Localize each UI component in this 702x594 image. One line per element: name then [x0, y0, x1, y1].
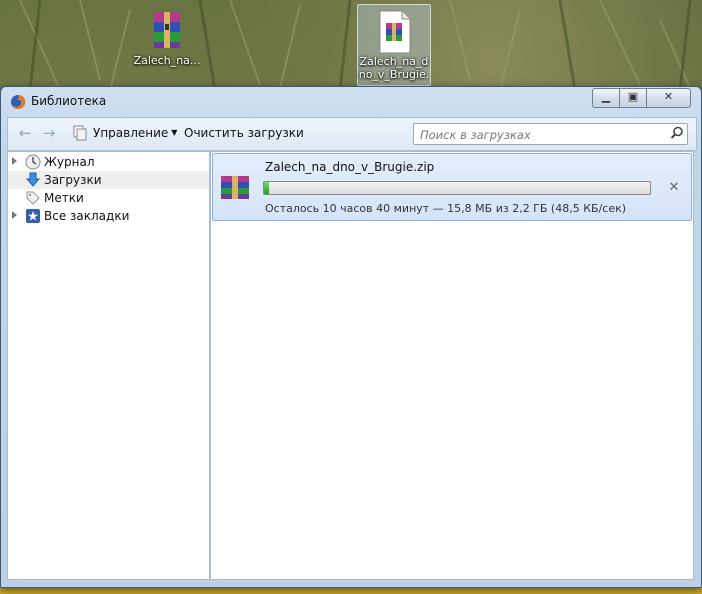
- close-icon: ✕: [663, 90, 674, 103]
- sidebar-item-label: Загрузки: [44, 173, 102, 187]
- maximize-icon: ▣: [627, 90, 639, 103]
- cancel-download-button[interactable]: ✕: [666, 180, 682, 196]
- sidebar: Журнал Загрузки Метки Все закладки: [7, 151, 210, 580]
- back-button[interactable]: ←: [16, 124, 34, 142]
- close-icon: ✕: [668, 180, 680, 195]
- download-item[interactable]: Zalech_na_dno_v_Brugie.zip Осталось 10 ч…: [212, 153, 692, 221]
- expand-triangle-icon[interactable]: [12, 211, 17, 219]
- star-bookmark-icon: [26, 209, 40, 223]
- forward-arrow-icon: →: [42, 124, 56, 142]
- download-filename: Zalech_na_dno_v_Brugie.zip: [265, 160, 435, 174]
- minimize-button[interactable]: ▁: [592, 88, 620, 108]
- sidebar-item-label: Журнал: [44, 155, 95, 169]
- clear-downloads-button[interactable]: Очистить загрузки: [184, 126, 304, 140]
- minimize-icon: ▁: [601, 90, 611, 103]
- library-window: Библиотека ▁ ▣ ✕ ← → Управление ▼ Очистит…: [0, 86, 702, 588]
- sidebar-item-label: Метки: [44, 191, 84, 205]
- chevron-down-icon: ▼: [171, 128, 178, 137]
- window-title: Библиотека: [31, 94, 107, 108]
- sidebar-item-label: Все закладки: [44, 209, 130, 223]
- search-box: [413, 123, 688, 145]
- manage-label: Управление: [93, 126, 169, 140]
- firefox-icon: [11, 94, 26, 109]
- desktop-icon-label: Zalech_na...: [133, 54, 201, 67]
- desktop-icon-archive[interactable]: Zalech_na...: [131, 8, 203, 67]
- winrar-document-icon: [379, 10, 411, 54]
- search-input[interactable]: [418, 125, 662, 144]
- manage-icon: [73, 125, 87, 141]
- manage-button[interactable]: Управление ▼: [93, 126, 177, 140]
- toolbar: ← → Управление ▼ Очистить загрузки: [7, 117, 697, 151]
- winrar-archive-icon: [221, 176, 249, 199]
- sidebar-item-history[interactable]: Журнал: [8, 153, 209, 171]
- sidebar-item-tags[interactable]: Метки: [8, 189, 209, 207]
- desktop-icon-document[interactable]: Zalech_na_dno_v_Brugie.: [357, 4, 431, 86]
- download-progress-bar: [263, 181, 651, 195]
- download-arrow-icon: [25, 172, 41, 187]
- expand-triangle-icon[interactable]: [12, 157, 17, 165]
- title-bar[interactable]: Библиотека ▁ ▣ ✕: [1, 87, 701, 115]
- sidebar-item-downloads[interactable]: Загрузки: [8, 171, 209, 189]
- maximize-button[interactable]: ▣: [619, 88, 647, 108]
- download-progress-fill: [264, 182, 269, 194]
- tag-icon: [26, 191, 40, 205]
- close-button[interactable]: ✕: [646, 88, 691, 108]
- winrar-archive-icon: [154, 12, 180, 48]
- downloads-list: Zalech_na_dno_v_Brugie.zip Осталось 10 ч…: [210, 151, 694, 580]
- search-icon[interactable]: [670, 126, 684, 140]
- download-status: Осталось 10 часов 40 минут — 15,8 МБ из …: [265, 202, 627, 215]
- clock-icon: [25, 154, 41, 170]
- back-arrow-icon: ←: [18, 124, 32, 142]
- forward-button[interactable]: →: [40, 124, 58, 142]
- sidebar-item-all-bookmarks[interactable]: Все закладки: [8, 207, 209, 225]
- desktop-icon-label: Zalech_na_dno_v_Brugie.: [358, 55, 430, 81]
